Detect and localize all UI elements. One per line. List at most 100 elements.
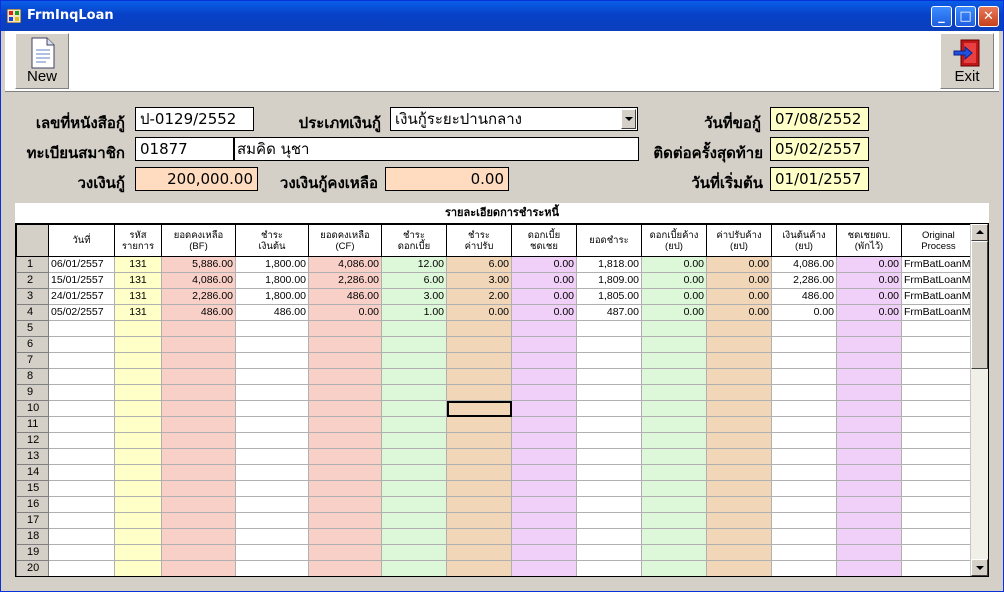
grid-cell[interactable]: [641, 464, 707, 481]
grid-cell[interactable]: [641, 368, 707, 385]
grid-cell[interactable]: [48, 432, 115, 449]
grid-cell[interactable]: [771, 496, 837, 513]
grid-cell[interactable]: [48, 496, 115, 513]
grid-cell[interactable]: [901, 336, 976, 353]
grid-cell[interactable]: [706, 448, 772, 465]
grid-cell[interactable]: [446, 560, 512, 576]
table-row[interactable]: 14: [16, 464, 976, 481]
grid-cell[interactable]: FrmBatLoanMi: [901, 256, 976, 273]
grid-cell[interactable]: [114, 352, 162, 369]
grid-cell[interactable]: [771, 416, 837, 433]
grid-cell[interactable]: [161, 384, 236, 401]
scroll-thumb[interactable]: [971, 241, 988, 369]
grid-cell[interactable]: 24/01/2557: [48, 288, 115, 305]
grid-cell[interactable]: 3.00: [446, 272, 512, 289]
grid-vertical-scrollbar[interactable]: [970, 224, 988, 576]
grid-cell[interactable]: [235, 400, 309, 417]
row-number[interactable]: 10: [16, 400, 49, 417]
grid-cell[interactable]: [48, 448, 115, 465]
grid-cell[interactable]: [706, 560, 772, 576]
grid-cell[interactable]: [235, 320, 309, 337]
grid-cell[interactable]: 4,086.00: [771, 256, 837, 273]
grid-cell[interactable]: [446, 512, 512, 529]
grid-cell[interactable]: 0.00: [706, 288, 772, 305]
grid-cell[interactable]: 6.00: [446, 256, 512, 273]
table-row[interactable]: 10: [16, 400, 976, 417]
grid-cell[interactable]: [381, 368, 447, 385]
grid-cell[interactable]: 0.00: [771, 304, 837, 321]
grid-cell[interactable]: [114, 448, 162, 465]
row-number[interactable]: 13: [16, 448, 49, 465]
grid-cell[interactable]: [901, 544, 976, 561]
grid-cell[interactable]: [381, 432, 447, 449]
member-name-field[interactable]: สมคิด นุชา: [234, 137, 639, 161]
grid-cell[interactable]: [576, 384, 642, 401]
grid-cell[interactable]: [114, 560, 162, 576]
grid-cell[interactable]: [901, 496, 976, 513]
grid-cell[interactable]: [511, 528, 577, 545]
new-button[interactable]: New: [15, 33, 69, 89]
row-number[interactable]: 6: [16, 336, 49, 353]
grid-header-cell[interactable]: ดอกเบี้ยค้าง (ยป): [641, 224, 707, 257]
table-row[interactable]: 2 15/01/2557 131 4,086.00 1,800.00 2,286.00 6.…: [16, 272, 976, 289]
grid-cell[interactable]: [235, 480, 309, 497]
grid-cell[interactable]: 12.00: [381, 256, 447, 273]
grid-cell[interactable]: [308, 480, 382, 497]
row-number[interactable]: 17: [16, 512, 49, 529]
grid-cell[interactable]: [48, 320, 115, 337]
grid-cell[interactable]: [446, 544, 512, 561]
grid-cell[interactable]: 0.00: [836, 288, 902, 305]
grid-cell[interactable]: [641, 432, 707, 449]
grid-cell[interactable]: 487.00: [576, 304, 642, 321]
grid-cell[interactable]: [641, 480, 707, 497]
grid-cell[interactable]: [771, 528, 837, 545]
grid-cell[interactable]: [161, 560, 236, 576]
grid-cell[interactable]: 4,086.00: [308, 256, 382, 273]
grid-cell[interactable]: [381, 480, 447, 497]
grid-cell[interactable]: [771, 384, 837, 401]
row-number[interactable]: 1: [16, 256, 49, 273]
grid-cell[interactable]: 131: [114, 304, 162, 321]
member-no-field[interactable]: 01877: [135, 137, 234, 161]
grid-cell[interactable]: [771, 512, 837, 529]
grid-cell[interactable]: [836, 560, 902, 576]
row-number[interactable]: 12: [16, 432, 49, 449]
grid-cell[interactable]: 131: [114, 256, 162, 273]
table-row[interactable]: 1 06/01/2557 131 5,886.00 1,800.00 4,086.00 12…: [16, 256, 976, 273]
grid-cell[interactable]: [161, 464, 236, 481]
grid-cell[interactable]: [576, 432, 642, 449]
grid-cell[interactable]: [901, 416, 976, 433]
minimize-button[interactable]: _: [931, 6, 952, 27]
grid-cell[interactable]: [161, 528, 236, 545]
grid-cell[interactable]: [114, 496, 162, 513]
grid-cell[interactable]: [706, 416, 772, 433]
grid-cell[interactable]: [308, 320, 382, 337]
grid-cell[interactable]: [446, 368, 512, 385]
grid-header-cell[interactable]: ยอดคงเหลือ (CF): [308, 224, 382, 257]
table-row[interactable]: 3 24/01/2557 131 2,286.00 1,800.00 486.00 3.00…: [16, 288, 976, 305]
grid-cell[interactable]: [576, 560, 642, 576]
grid-cell[interactable]: [48, 416, 115, 433]
grid-cell[interactable]: [706, 480, 772, 497]
chevron-down-icon[interactable]: [621, 109, 636, 129]
grid-cell[interactable]: [901, 400, 976, 417]
grid-cell[interactable]: [48, 480, 115, 497]
grid-cell[interactable]: [511, 352, 577, 369]
table-row[interactable]: 11: [16, 416, 976, 433]
scroll-down-icon[interactable]: [971, 559, 988, 576]
grid-cell[interactable]: [901, 432, 976, 449]
grid-cell[interactable]: [308, 496, 382, 513]
grid-cell[interactable]: [706, 496, 772, 513]
grid-cell[interactable]: [161, 512, 236, 529]
grid-cell[interactable]: [381, 512, 447, 529]
grid-cell[interactable]: [446, 528, 512, 545]
grid-cell[interactable]: 15/01/2557: [48, 272, 115, 289]
grid-cell[interactable]: 0.00: [511, 304, 577, 321]
table-row[interactable]: 18: [16, 528, 976, 545]
request-date-field[interactable]: 07/08/2552: [770, 107, 869, 131]
grid-cell[interactable]: [161, 352, 236, 369]
grid-cell[interactable]: 3.00: [381, 288, 447, 305]
grid-cell[interactable]: [446, 480, 512, 497]
grid-cell[interactable]: [771, 352, 837, 369]
grid-cell[interactable]: [381, 336, 447, 353]
